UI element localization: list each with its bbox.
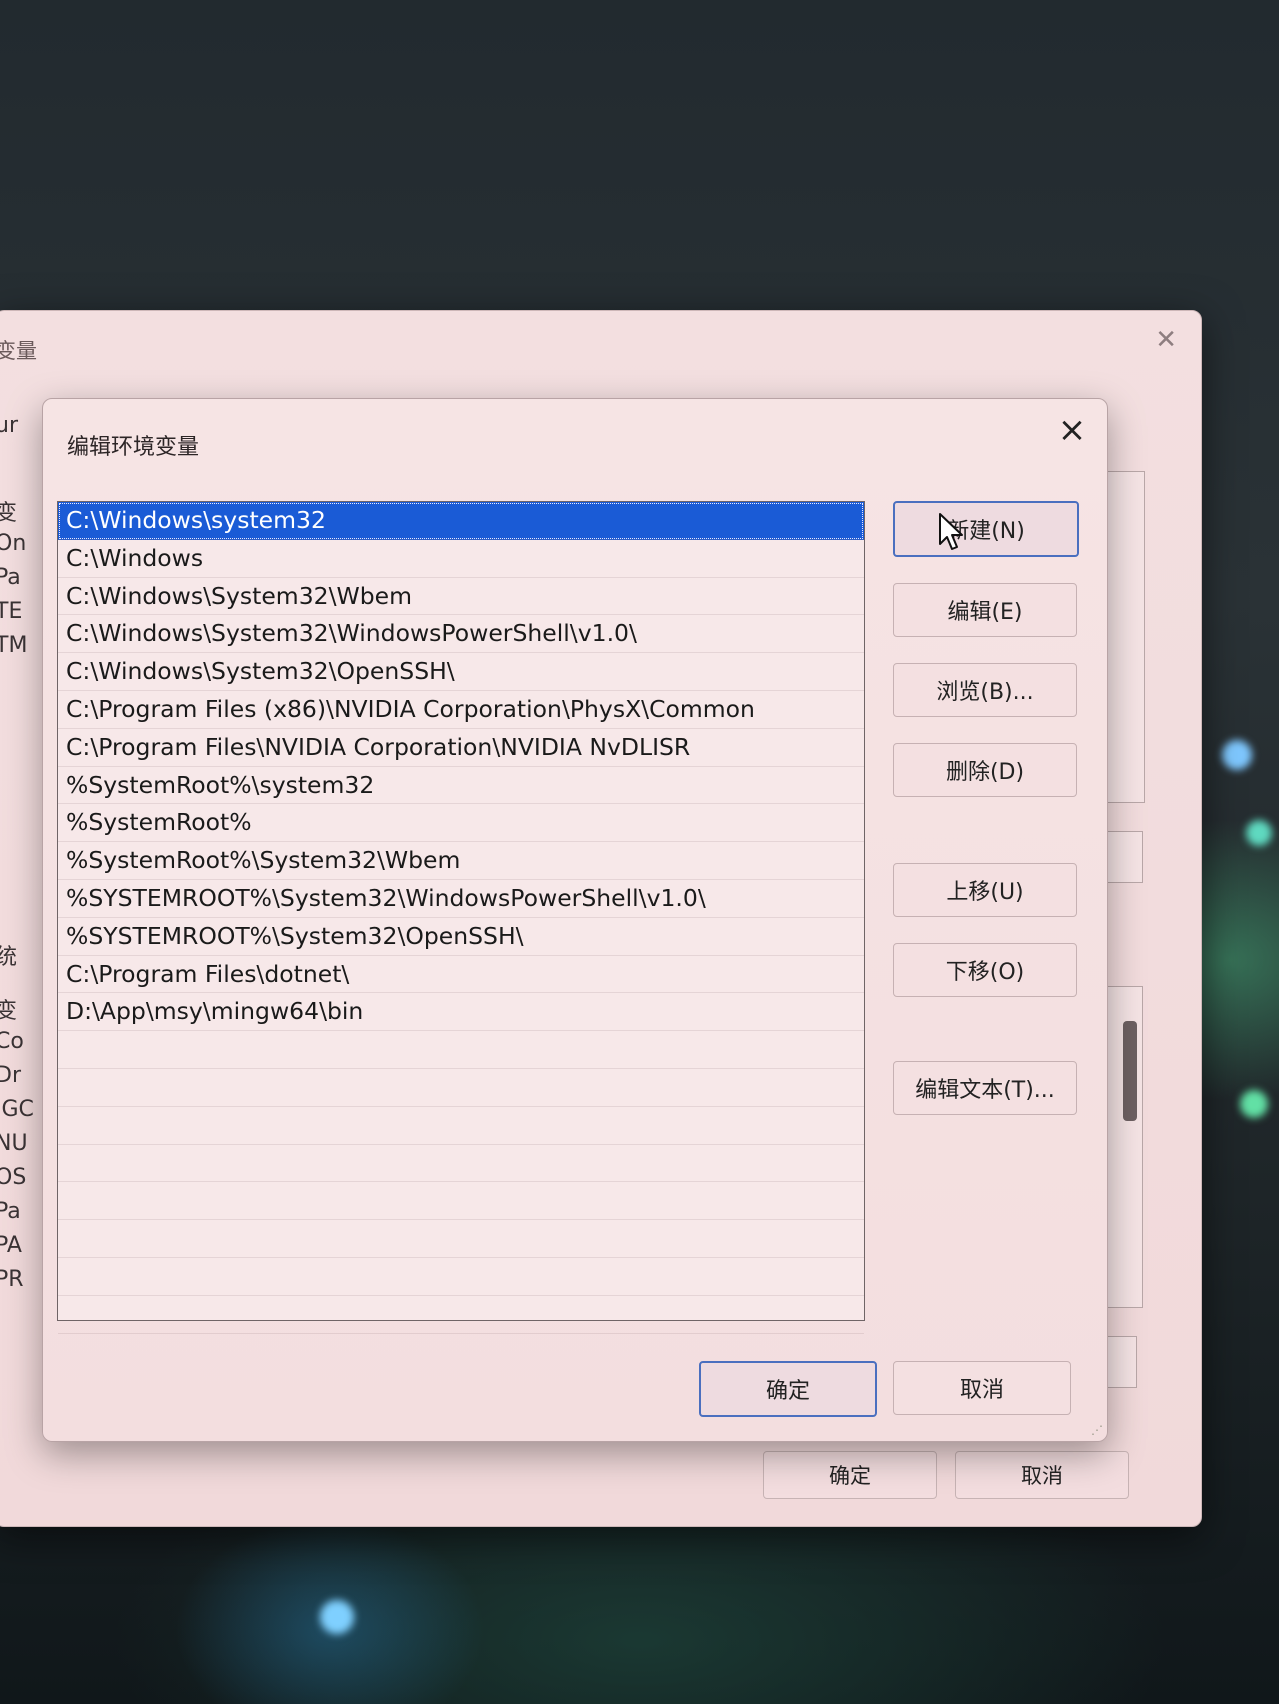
close-icon[interactable]: × — [1051, 409, 1093, 451]
list-empty-row[interactable] — [58, 1145, 864, 1183]
move-up-button[interactable]: 上移(U) — [893, 863, 1077, 917]
new-button[interactable]: 新建(N) — [893, 501, 1079, 557]
delete-button[interactable]: 删除(D) — [893, 743, 1077, 797]
list-empty-row[interactable] — [58, 1220, 864, 1258]
list-item[interactable]: %SystemRoot%\System32\Wbem — [58, 842, 864, 880]
list-empty-row[interactable] — [58, 1258, 864, 1296]
peek-label: 变 — [0, 999, 18, 1024]
path-list[interactable]: C:\Windows\system32 C:\Windows C:\Window… — [57, 501, 865, 1334]
peek-label: PR — [0, 1267, 24, 1292]
background-glow — [320, 1600, 354, 1634]
list-empty-row[interactable] — [58, 1069, 864, 1107]
peek-label: IGC — [0, 1097, 34, 1122]
peek-label: 统 — [0, 945, 18, 970]
move-down-button[interactable]: 下移(O) — [893, 943, 1077, 997]
peek-label: 变 — [0, 501, 18, 526]
window-title: 变量 — [0, 339, 37, 363]
list-empty-row[interactable] — [58, 1182, 864, 1221]
peek-label: Dr — [0, 1063, 21, 1088]
mouse-cursor-icon — [939, 513, 963, 550]
list-item[interactable]: C:\Program Files (x86)\NVIDIA Corporatio… — [58, 691, 864, 729]
peek-label: On — [0, 531, 27, 556]
peek-label: Pa — [0, 565, 21, 590]
resize-grip-icon[interactable]: ⋰ — [1091, 1423, 1103, 1437]
list-item[interactable]: %SYSTEMROOT%\System32\WindowsPowerShell\… — [58, 880, 864, 918]
list-empty-row[interactable] — [58, 1031, 864, 1069]
peek-label: Pa — [0, 1199, 21, 1224]
list-item[interactable]: D:\App\msy\mingw64\bin — [58, 993, 864, 1032]
peek-label: ur — [0, 413, 18, 438]
outer-ok-button[interactable]: 确定 — [763, 1451, 937, 1499]
edit-button[interactable]: 编辑(E) — [893, 583, 1077, 637]
outer-cancel-button[interactable]: 取消 — [955, 1451, 1129, 1499]
ok-button[interactable]: 确定 — [699, 1361, 877, 1417]
close-icon[interactable]: ✕ — [1155, 325, 1177, 355]
list-item[interactable]: %SystemRoot% — [58, 804, 864, 843]
background-glow — [1240, 1090, 1268, 1118]
list-item[interactable]: C:\Program Files\NVIDIA Corporation\NVID… — [58, 729, 864, 767]
list-item[interactable]: %SYSTEMROOT%\System32\OpenSSH\ — [58, 918, 864, 956]
peek-label: PA — [0, 1233, 22, 1258]
edit-environment-variable-dialog: 编辑环境变量 × C:\Windows\system32 C:\Windows … — [42, 398, 1108, 1442]
peek-label: OS — [0, 1165, 27, 1190]
list-item[interactable]: C:\Windows\System32\Wbem — [58, 578, 864, 616]
background-glow — [1246, 820, 1272, 846]
dialog-title: 编辑环境变量 — [67, 435, 200, 460]
list-empty-row[interactable] — [58, 1107, 864, 1145]
browse-button[interactable]: 浏览(B)... — [893, 663, 1077, 717]
list-item[interactable]: C:\Windows\System32\OpenSSH\ — [58, 653, 864, 691]
list-item[interactable]: %SystemRoot%\system32 — [58, 767, 864, 805]
scrollbar-thumb[interactable] — [1123, 1021, 1137, 1121]
list-item[interactable]: C:\Windows\System32\WindowsPowerShell\v1… — [58, 615, 864, 654]
peek-label: TE — [0, 599, 23, 624]
list-item[interactable]: C:\Windows — [58, 540, 864, 578]
list-empty-row[interactable] — [58, 1296, 864, 1334]
list-item[interactable]: C:\Program Files\dotnet\ — [58, 956, 864, 994]
peek-label: TM — [0, 633, 28, 658]
cancel-button[interactable]: 取消 — [893, 1361, 1071, 1415]
peek-label: NU — [0, 1131, 28, 1156]
peek-label: Co — [0, 1029, 24, 1054]
background-glow — [1222, 740, 1252, 770]
list-item[interactable]: C:\Windows\system32 — [58, 502, 864, 540]
edit-text-button[interactable]: 编辑文本(T)... — [893, 1061, 1077, 1115]
